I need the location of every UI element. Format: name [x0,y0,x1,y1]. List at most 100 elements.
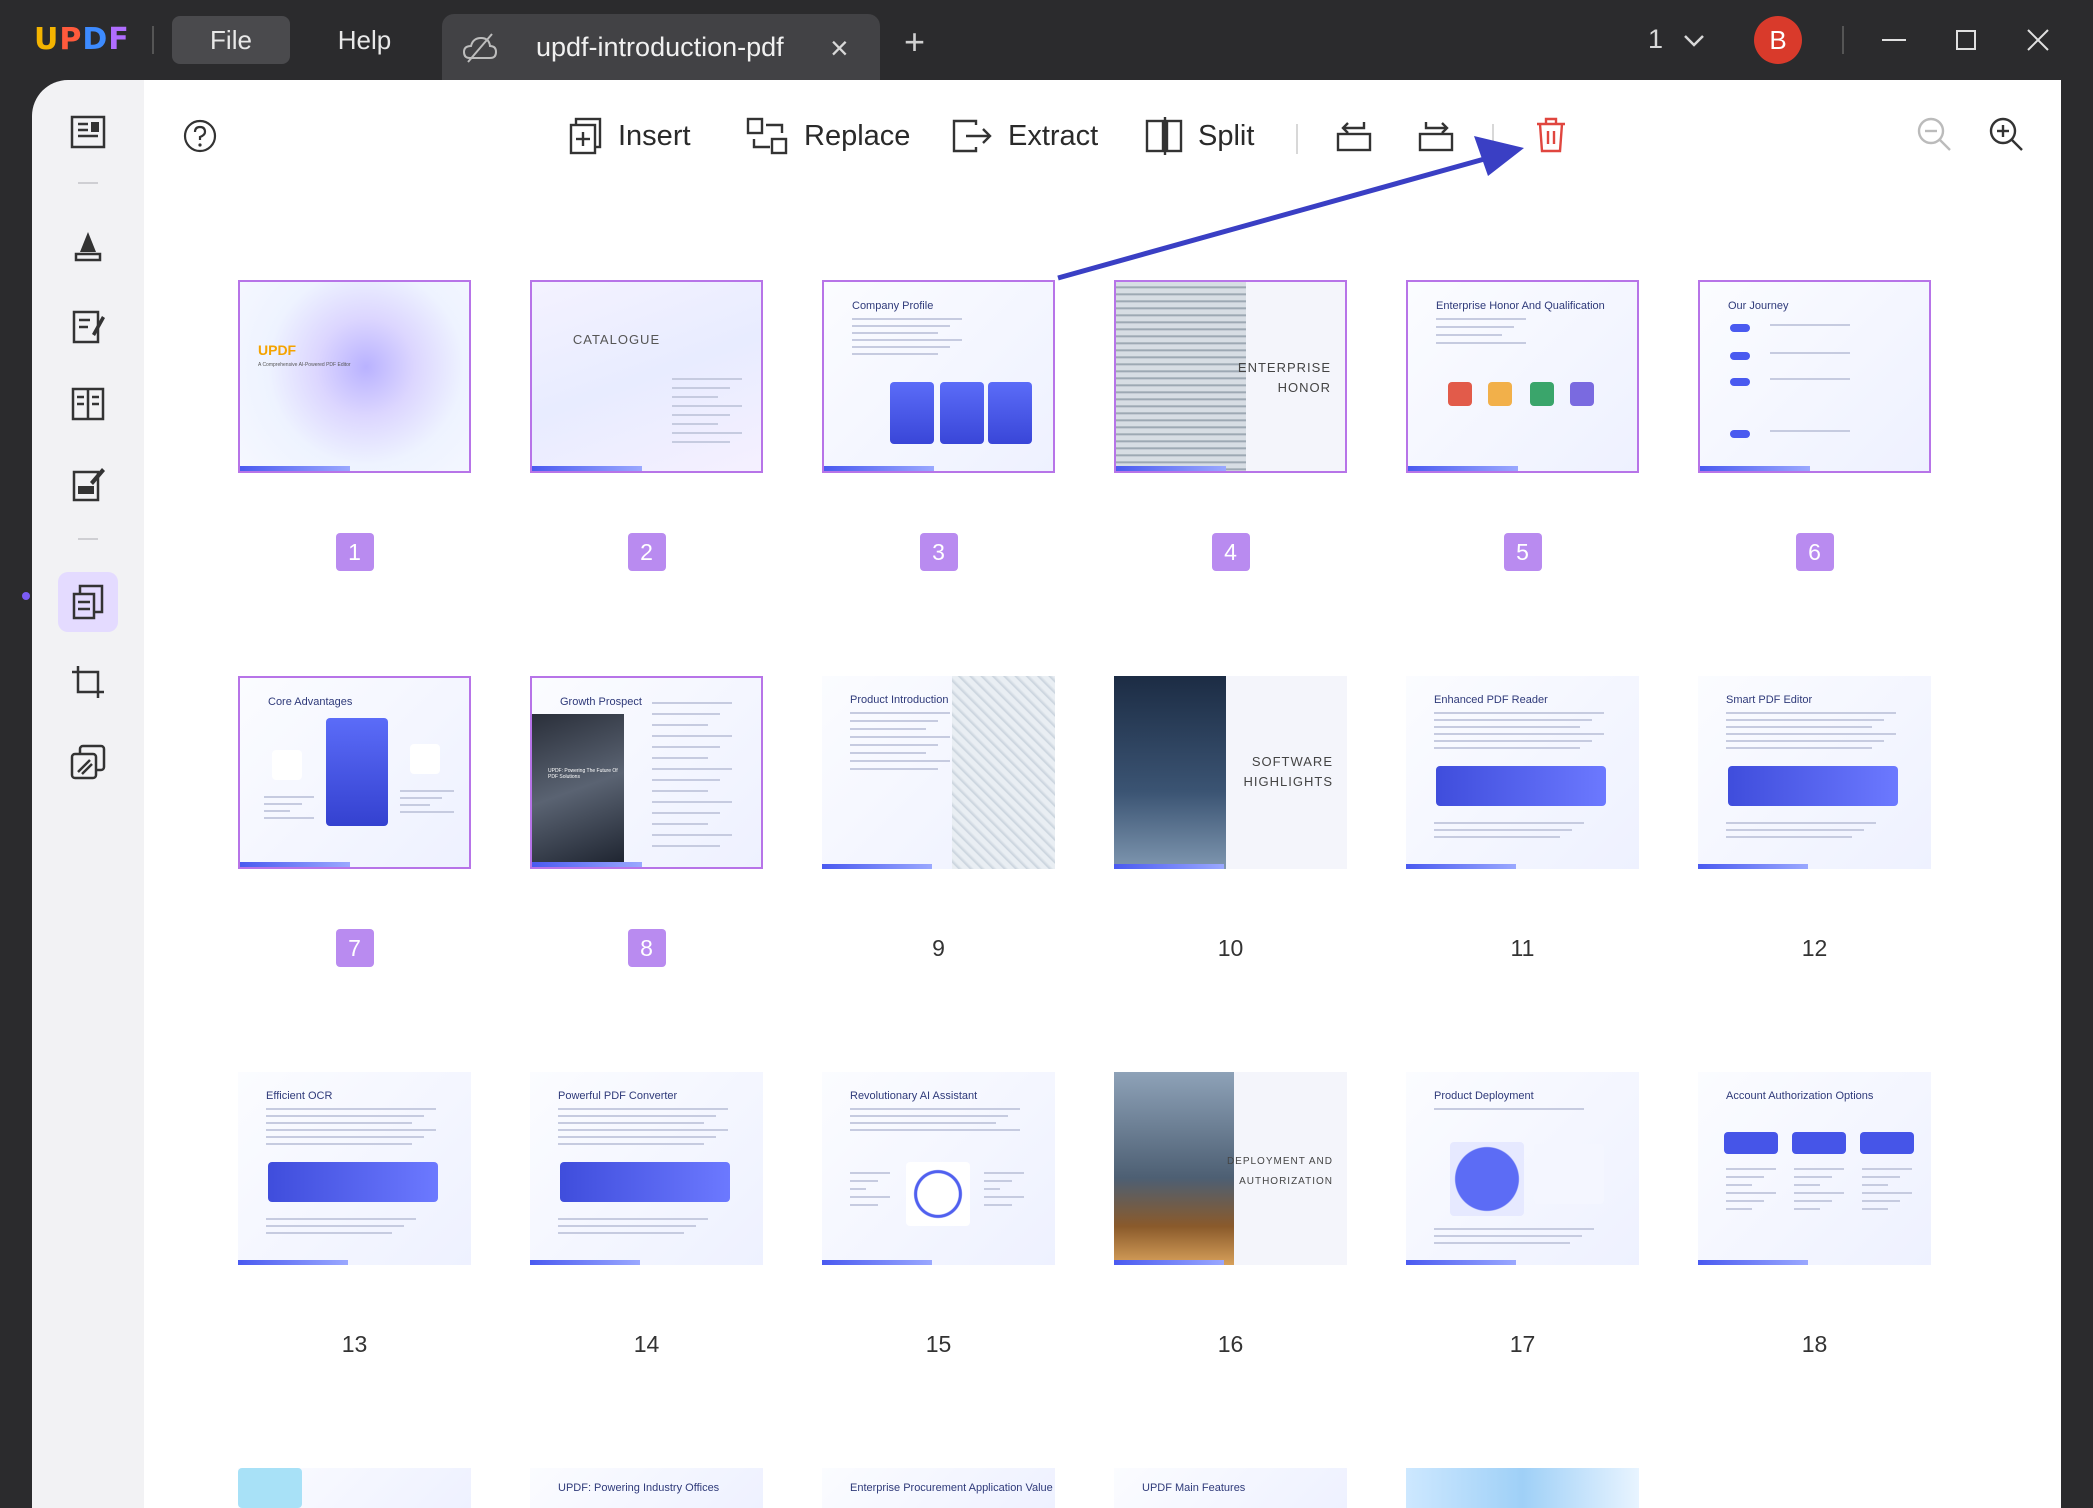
page-thumbnail[interactable]: Product Deployment [1406,1072,1639,1265]
layers-icon [70,744,106,780]
section-title-line: AUTHORIZATION [1239,1176,1333,1187]
page-thumbnail[interactable]: Enterprise Procurement Application Value [822,1468,1055,1508]
page-thumbnail[interactable]: SOFTWARE HIGHLIGHTS [1114,676,1347,869]
page-thumbnail[interactable]: Our Journey [1698,280,1931,473]
page-thumbnail[interactable]: Revolutionary AI Assistant [822,1072,1055,1265]
text-line [558,1129,728,1131]
page-selector[interactable]: 1 [1648,24,1705,55]
text-line [984,1204,1012,1206]
text-line [850,1196,890,1198]
text-line [264,810,290,812]
page-thumbnail[interactable]: Growth Prospect UPDF: Powering The Future… [530,676,763,869]
text-line [1726,1208,1752,1210]
maximize-icon[interactable] [1946,20,1986,60]
page-number: 11 [1510,935,1535,961]
thumbnail-accent-bar [532,466,642,471]
page-thumbnail[interactable]: UPDF A Comprehensive AI-Powered PDF Edito… [238,280,471,473]
text-line [1726,719,1884,721]
text-line [266,1122,412,1124]
text-line [558,1218,708,1220]
page-number: 16 [1217,1331,1244,1357]
minimize-icon[interactable] [1874,20,1914,60]
page-thumbnail[interactable]: Product Introduction [822,676,1055,869]
thumbnail-heading: Product Introduction [850,694,949,706]
thumbnail-background [240,282,469,471]
page-thumbnail[interactable]: UPDF: Powering Industry Offices [530,1468,763,1508]
thumbnail-heading: Smart PDF Editor [1726,694,1813,706]
page-thumbnail[interactable]: Enhanced PDF Reader [1406,676,1639,869]
user-avatar[interactable]: B [1754,16,1802,64]
text-line [1726,1192,1776,1194]
text-line [1434,1228,1594,1230]
text-line [652,834,732,836]
help-menu[interactable]: Help [312,16,417,64]
split-button[interactable]: Split [1144,116,1254,156]
insert-button[interactable]: Insert [568,116,691,156]
page-thumbnail[interactable]: DEPLOYMENT AND AUTHORIZATION [1114,1072,1347,1265]
form-tool-button[interactable] [58,374,118,434]
text-line [672,387,730,389]
text-line [1794,1192,1844,1194]
batch-tool-button[interactable] [58,732,118,792]
new-tab-button[interactable]: + [904,24,925,60]
page-thumbnail[interactable]: Company Profile [822,280,1055,473]
graphic-block [890,382,934,444]
text-line [1434,712,1604,714]
rotate-left-icon[interactable] [1334,116,1374,156]
text-line [558,1136,716,1138]
crop-tool-button[interactable] [58,652,118,712]
organize-pages-button[interactable] [58,572,118,632]
replace-button[interactable]: Replace [746,116,910,156]
text-line [1434,822,1584,824]
page-thumbnail[interactable] [238,1468,471,1508]
page-thumbnail[interactable]: Smart PDF Editor [1698,676,1931,869]
page-number: 15 [925,1331,952,1357]
thumbnail-heading: Growth Prospect [560,696,642,708]
building-photo [952,676,1055,869]
section-title-line: DEPLOYMENT AND [1226,1156,1333,1167]
close-window-icon[interactable] [2018,20,2058,60]
edit-pdf-button[interactable] [58,296,118,356]
text-line [1436,318,1526,320]
page-thumbnail[interactable] [1406,1468,1639,1508]
text-line [850,736,950,738]
close-tab-icon[interactable]: × [830,30,849,67]
zoom-out-icon[interactable] [1914,114,1954,154]
extract-button[interactable]: Extract [950,116,1098,156]
page-thumbnail[interactable]: Enterprise Honor And Qualification [1406,280,1639,473]
page-thumbnail[interactable]: ENTERPRISE HONOR [1114,280,1347,473]
page-thumbnail[interactable]: UPDF Main Features [1114,1468,1347,1508]
document-tab[interactable]: updf-introduction-pdf × [442,14,880,80]
comment-tool-button[interactable] [58,216,118,276]
sign-tool-button[interactable] [58,454,118,514]
thumbnail-accent-bar [824,466,934,471]
text-line [984,1180,1012,1182]
help-circle-icon[interactable] [182,118,218,154]
text-line [1862,1176,1900,1178]
text-line [1726,822,1876,824]
reader-mode-button[interactable] [58,102,118,162]
text-line [652,823,708,825]
graphic-block [1448,382,1472,406]
delete-trash-icon[interactable] [1534,116,1568,154]
thumbnail-accent-bar [1116,466,1226,471]
page-thumbnail[interactable]: CATALOGUE [530,280,763,473]
page-thumbnail[interactable]: Efficient OCR [238,1072,471,1265]
rotate-right-icon[interactable] [1416,116,1456,156]
zoom-in-icon[interactable] [1986,114,2026,154]
title-separator [152,26,154,54]
page-number: 1 [335,533,374,571]
page-thumbnail[interactable]: Account Authorization Options [1698,1072,1931,1265]
text-line [672,396,718,398]
text-line [850,1115,1008,1117]
graphic-block [940,382,984,444]
text-line [1434,1235,1582,1237]
text-line [850,712,950,714]
page-thumbnail[interactable]: Powerful PDF Converter [530,1072,763,1265]
thumbnail-accent-bar [1700,466,1810,471]
section-title-line: ENTERPRISE [1237,360,1331,375]
text-line [1794,1168,1844,1170]
page-thumbnail[interactable]: Core Advantages [238,676,471,869]
file-menu[interactable]: File [172,16,290,64]
text-line [672,414,730,416]
